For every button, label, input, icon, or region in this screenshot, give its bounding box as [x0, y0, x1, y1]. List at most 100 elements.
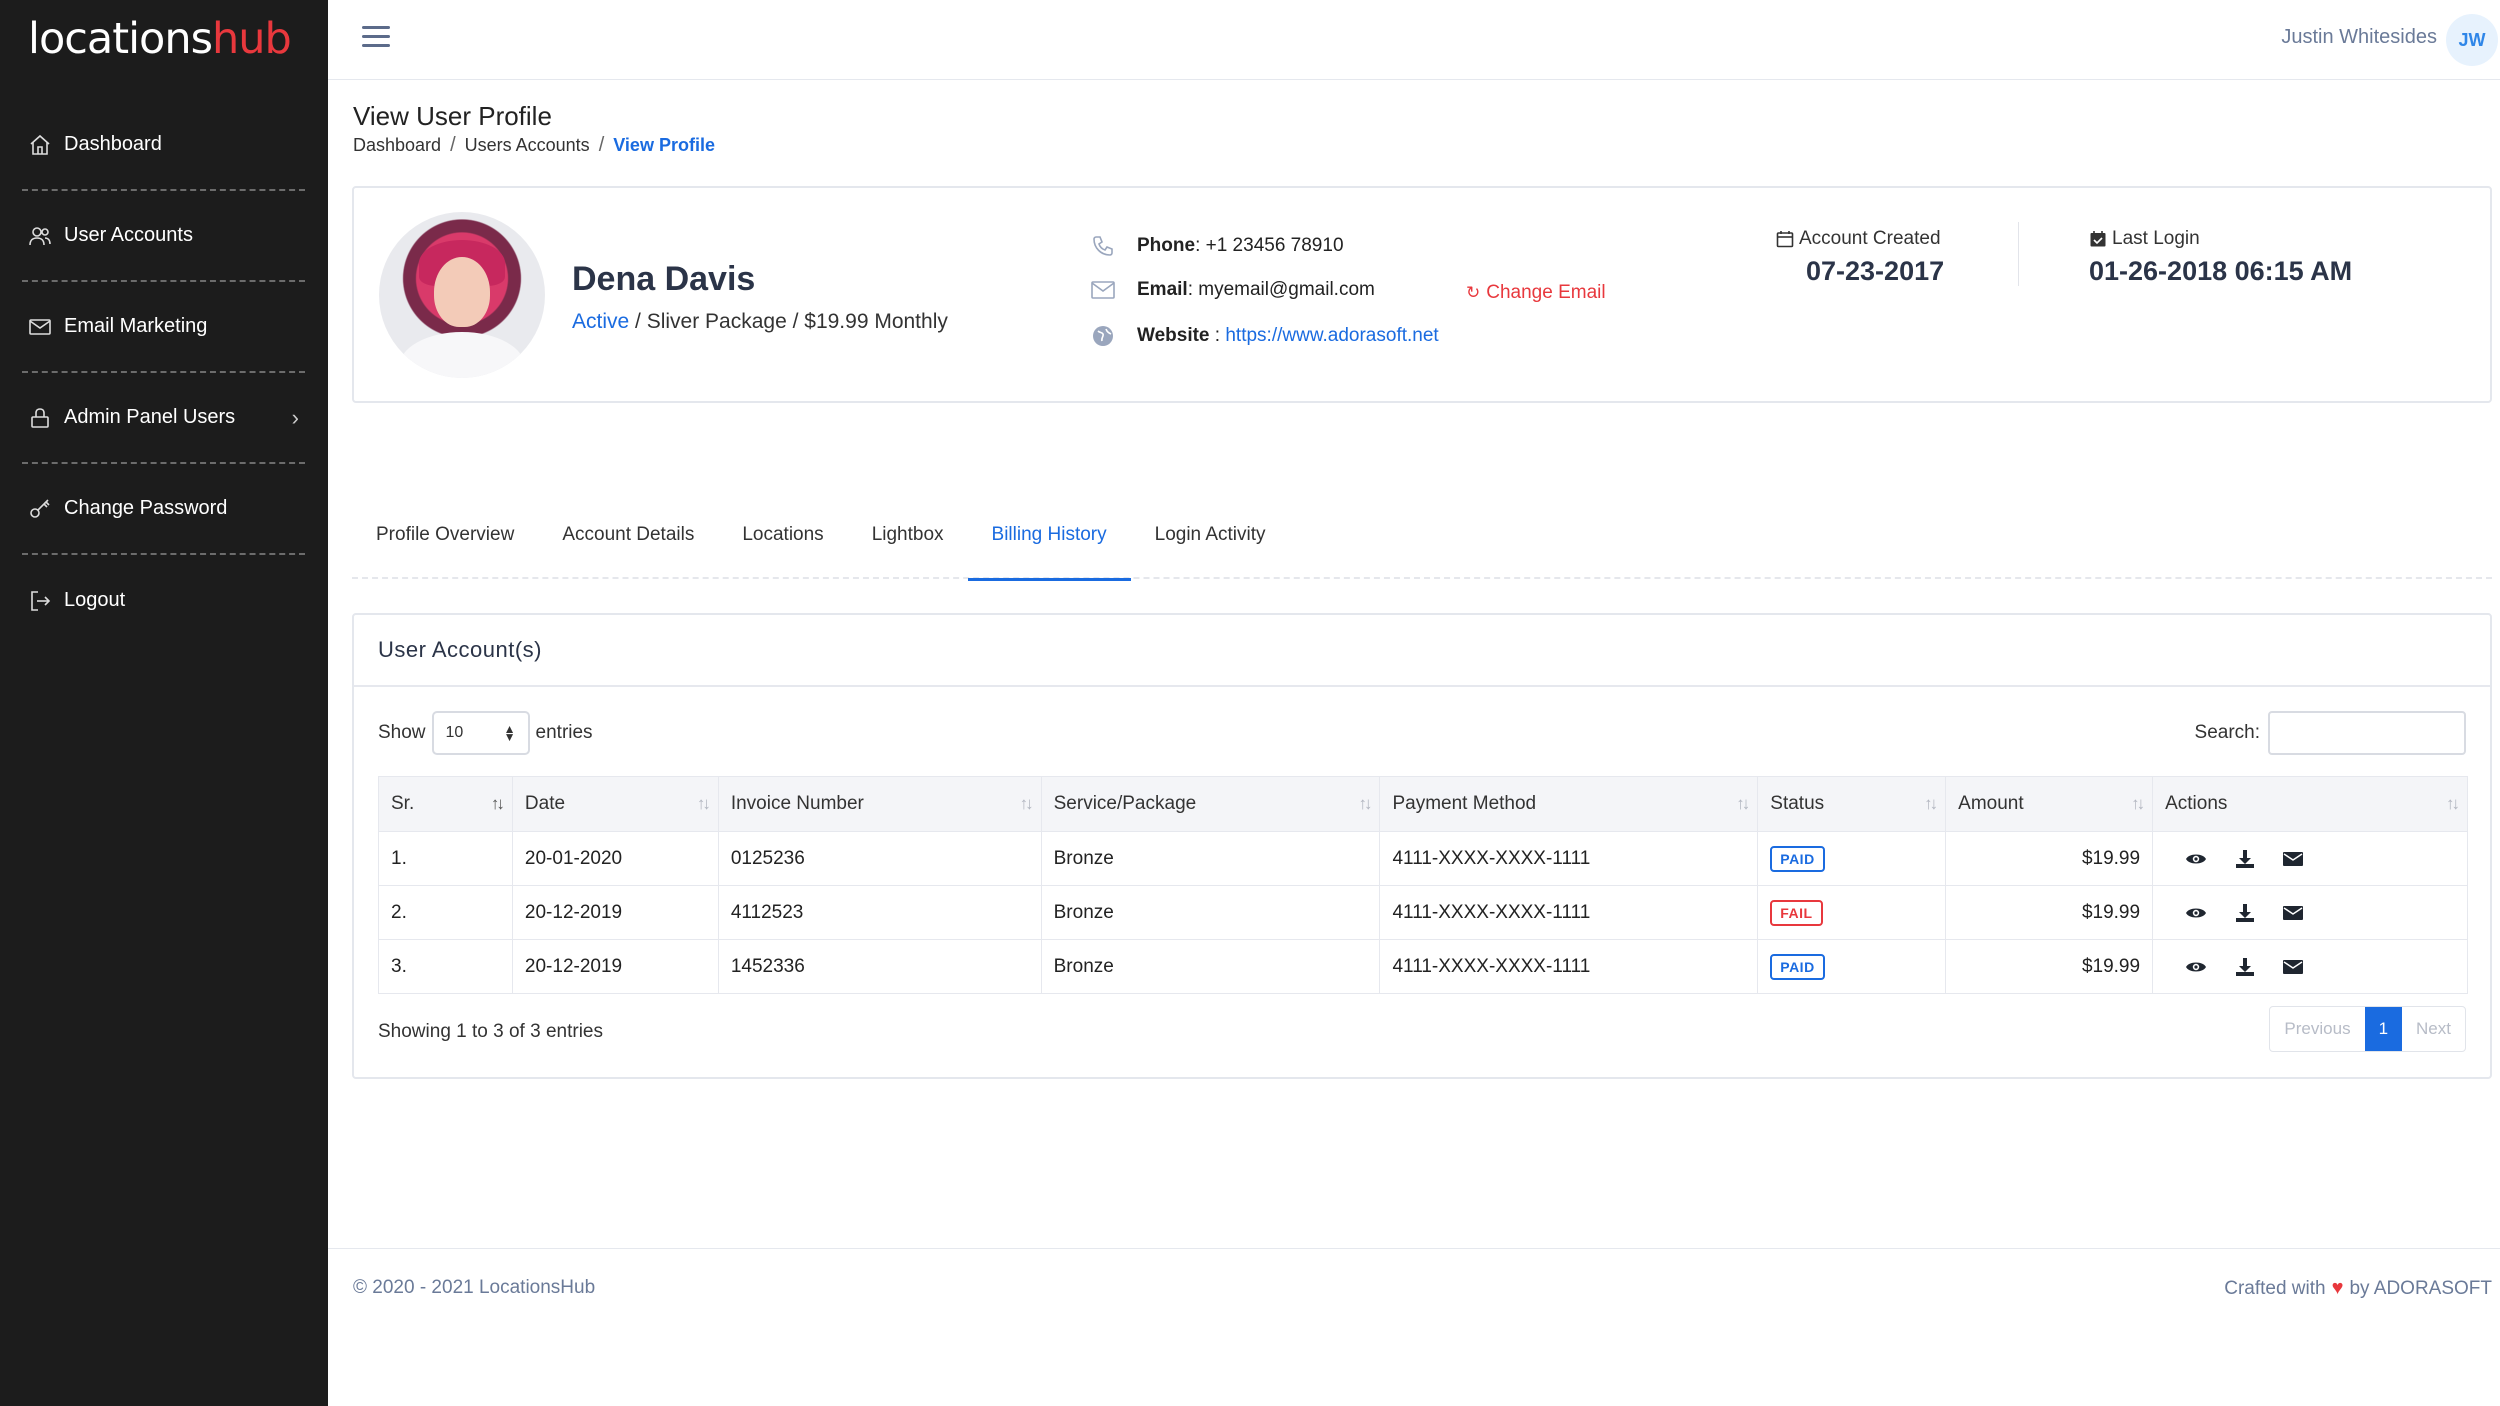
crafted-prefix: Crafted with — [2224, 1277, 2326, 1299]
sidebar-item-email-marketing[interactable]: Email Marketing — [22, 282, 305, 373]
cell-amount: $19.99 — [1945, 939, 2154, 994]
sidebar-item-dashboard[interactable]: Dashboard — [22, 100, 305, 191]
contact-website: Website : https://www.adorasoft.net — [1089, 324, 1439, 348]
entries-select[interactable]: 10 ▲ ▼ — [431, 711, 530, 755]
cell-payment: 4111-XXXX-XXXX-1111 — [1379, 939, 1759, 994]
tab-account-details[interactable]: Account Details — [538, 510, 718, 579]
download-icon[interactable] — [2235, 957, 2255, 977]
view-icon[interactable] — [2185, 905, 2207, 921]
column-header-actions[interactable]: Actions ↑↓ — [2152, 776, 2468, 832]
column-header-label: Payment Method — [1392, 793, 1537, 814]
cell-date: 20-12-2019 — [511, 939, 719, 994]
tab-locations[interactable]: Locations — [718, 510, 847, 579]
profile-name: Dena Davis — [572, 260, 756, 298]
last-login-value: 01-26-2018 06:15 AM — [2089, 256, 2353, 286]
column-header-service-package[interactable]: Service/Package ↑↓ — [1040, 776, 1381, 832]
brand-logo[interactable]: locationshub — [28, 14, 292, 64]
breadcrumb-separator: / — [450, 134, 456, 156]
download-icon[interactable] — [2235, 849, 2255, 869]
status-badge: PAID — [1770, 953, 1825, 980]
download-icon[interactable] — [2235, 903, 2255, 923]
profile-photo — [379, 212, 545, 378]
cell-status: PAID — [1757, 939, 1947, 994]
email-icon[interactable] — [2283, 851, 2304, 867]
calendar-check-icon — [2089, 230, 2107, 248]
brand-logo-part1: locations — [28, 14, 213, 64]
cell-date: 20-01-2020 — [511, 831, 719, 886]
status-badge: FAIL — [1770, 899, 1823, 926]
contact-email: Email : myemail@gmail.com — [1089, 279, 1375, 301]
heart-icon: ♥ — [2331, 1277, 2344, 1299]
column-header-date[interactable]: Date ↑↓ — [511, 776, 719, 832]
search-input[interactable] — [2268, 711, 2466, 755]
crafted-suffix[interactable]: by ADORASOFT — [2349, 1278, 2492, 1300]
view-icon[interactable] — [2185, 959, 2207, 975]
page-title: View User Profile — [353, 101, 552, 131]
cell-status: PAID — [1757, 831, 1947, 886]
footer: © 2020 - 2021 LocationsHub Crafted with … — [328, 1248, 2500, 1406]
sidebar-item-logout[interactable]: Logout — [22, 555, 305, 646]
column-header-invoice-number[interactable]: Invoice Number ↑↓ — [717, 776, 1042, 832]
tab-profile-overview[interactable]: Profile Overview — [352, 510, 538, 579]
change-email-link[interactable]: ↻ Change Email — [1466, 282, 1606, 304]
status-badge: PAID — [1770, 845, 1825, 872]
breadcrumb: Dashboard / Users Accounts / View Profil… — [353, 134, 715, 157]
email-icon[interactable] — [2283, 905, 2304, 921]
pagination: Previous 1 Next — [2269, 1006, 2466, 1052]
change-email-label: Change Email — [1486, 282, 1606, 303]
home-icon — [26, 131, 54, 159]
sidebar-item-user-accounts[interactable]: User Accounts — [22, 191, 305, 282]
sort-asc-icon: ↑↓ — [490, 794, 505, 813]
email-icon[interactable] — [2283, 959, 2304, 975]
cell-payment: 4111-XXXX-XXXX-1111 — [1379, 885, 1759, 940]
envelope-icon — [1089, 280, 1117, 300]
cell-invoice: 4112523 — [717, 885, 1042, 940]
column-header-status[interactable]: Status ↑↓ — [1757, 776, 1947, 832]
menu-toggle-icon[interactable] — [362, 26, 390, 50]
sidebar-item-change-password[interactable]: Change Password — [22, 464, 305, 555]
topbar: Justin Whitesides JW — [328, 0, 2500, 80]
cell-invoice: 0125236 — [717, 831, 1042, 886]
sidebar: locationshub Dashboard User Accounts Ema… — [0, 0, 328, 1406]
view-icon[interactable] — [2185, 851, 2207, 867]
table-header-row: Sr. ↑↓ Date ↑↓ Invoice Number ↑↓ Service/Pa… — [378, 776, 2468, 832]
profile-package: / Sliver Package / $19.99 Monthly — [629, 310, 948, 333]
website-separator: : — [1209, 325, 1226, 346]
pagination-next[interactable]: Next — [2402, 1007, 2465, 1051]
sort-icon: ↑↓ — [1358, 794, 1372, 813]
chevron-right-icon: › — [291, 404, 299, 430]
sidebar-item-admin-panel-users[interactable]: Admin Panel Users › — [22, 373, 305, 464]
refresh-icon: ↻ — [1466, 283, 1481, 302]
tab-billing-history[interactable]: Billing History — [967, 510, 1131, 581]
sidebar-item-label: Email Marketing — [64, 315, 208, 337]
column-header-amount[interactable]: Amount ↑↓ — [1945, 776, 2154, 832]
user-name[interactable]: Justin Whitesides — [2281, 26, 2437, 49]
cell-sr: 3. — [378, 939, 513, 994]
column-header-label: Status — [1770, 793, 1825, 814]
key-icon — [26, 495, 54, 523]
account-created-label: Account Created — [1799, 228, 1941, 249]
show-label: Show — [378, 722, 426, 743]
column-header-label: Invoice Number — [730, 793, 864, 814]
entries-select-value: 10 — [445, 724, 464, 741]
column-header-label: Sr. — [391, 793, 415, 814]
breadcrumb-users-accounts[interactable]: Users Accounts — [465, 135, 590, 156]
tab-lightbox[interactable]: Lightbox — [848, 510, 968, 579]
cell-invoice: 1452336 — [717, 939, 1042, 994]
select-arrows-icon: ▲ ▼ — [503, 722, 516, 744]
pagination-previous[interactable]: Previous — [2270, 1007, 2364, 1051]
billing-card: User Account(s) Show 10 ▲ ▼ entries Searc… — [352, 613, 2492, 1079]
website-link[interactable]: https://www.adorasoft.net — [1225, 325, 1438, 347]
column-header-sr[interactable]: Sr. ↑↓ — [378, 776, 513, 832]
tab-login-activity[interactable]: Login Activity — [1131, 510, 1290, 579]
pagination-page-1[interactable]: 1 — [2364, 1007, 2403, 1051]
sort-icon: ↑↓ — [696, 794, 711, 813]
logout-icon — [26, 587, 54, 615]
avatar[interactable]: JW — [2446, 14, 2498, 66]
sidebar-item-label: User Accounts — [64, 224, 193, 246]
breadcrumb-dashboard[interactable]: Dashboard — [353, 135, 441, 156]
column-header-payment-method[interactable]: Payment Method ↑↓ — [1379, 776, 1759, 832]
sidebar-item-label: Dashboard — [64, 133, 162, 155]
cell-actions — [2152, 939, 2468, 994]
users-icon — [26, 222, 54, 250]
